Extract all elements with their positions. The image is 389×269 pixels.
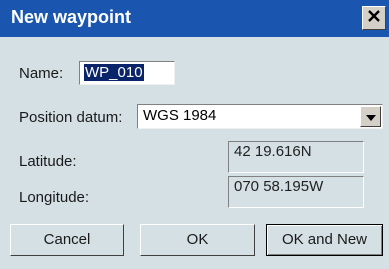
dialog-title: New waypoint (11, 7, 132, 27)
close-button[interactable] (362, 6, 386, 30)
new-waypoint-dialog: New waypoint Name: WP_010 Position datum… (0, 0, 389, 269)
ok-button[interactable]: OK (140, 224, 255, 256)
close-icon (367, 9, 381, 28)
datum-dropdown-button[interactable] (360, 106, 381, 127)
name-value: WP_010 (84, 64, 144, 81)
latitude-value: 42 19.616N (234, 143, 312, 160)
longitude-value: 070 58.195W (234, 178, 324, 195)
ok-and-new-button[interactable]: OK and New (266, 224, 383, 256)
cancel-button[interactable]: Cancel (10, 224, 124, 256)
title-bar[interactable]: New waypoint (0, 0, 389, 37)
name-label: Name: (19, 65, 64, 82)
latitude-label: Latitude: (19, 153, 77, 170)
datum-value: WGS 1984 (143, 107, 217, 124)
longitude-label: Longitude: (19, 189, 90, 206)
latitude-field: 42 19.616N (228, 141, 364, 173)
name-field[interactable]: WP_010 (79, 61, 175, 85)
datum-select[interactable]: WGS 1984 (137, 104, 383, 129)
chevron-down-icon (365, 108, 376, 125)
longitude-field: 070 58.195W (228, 176, 364, 208)
datum-label: Position datum: (19, 109, 123, 126)
